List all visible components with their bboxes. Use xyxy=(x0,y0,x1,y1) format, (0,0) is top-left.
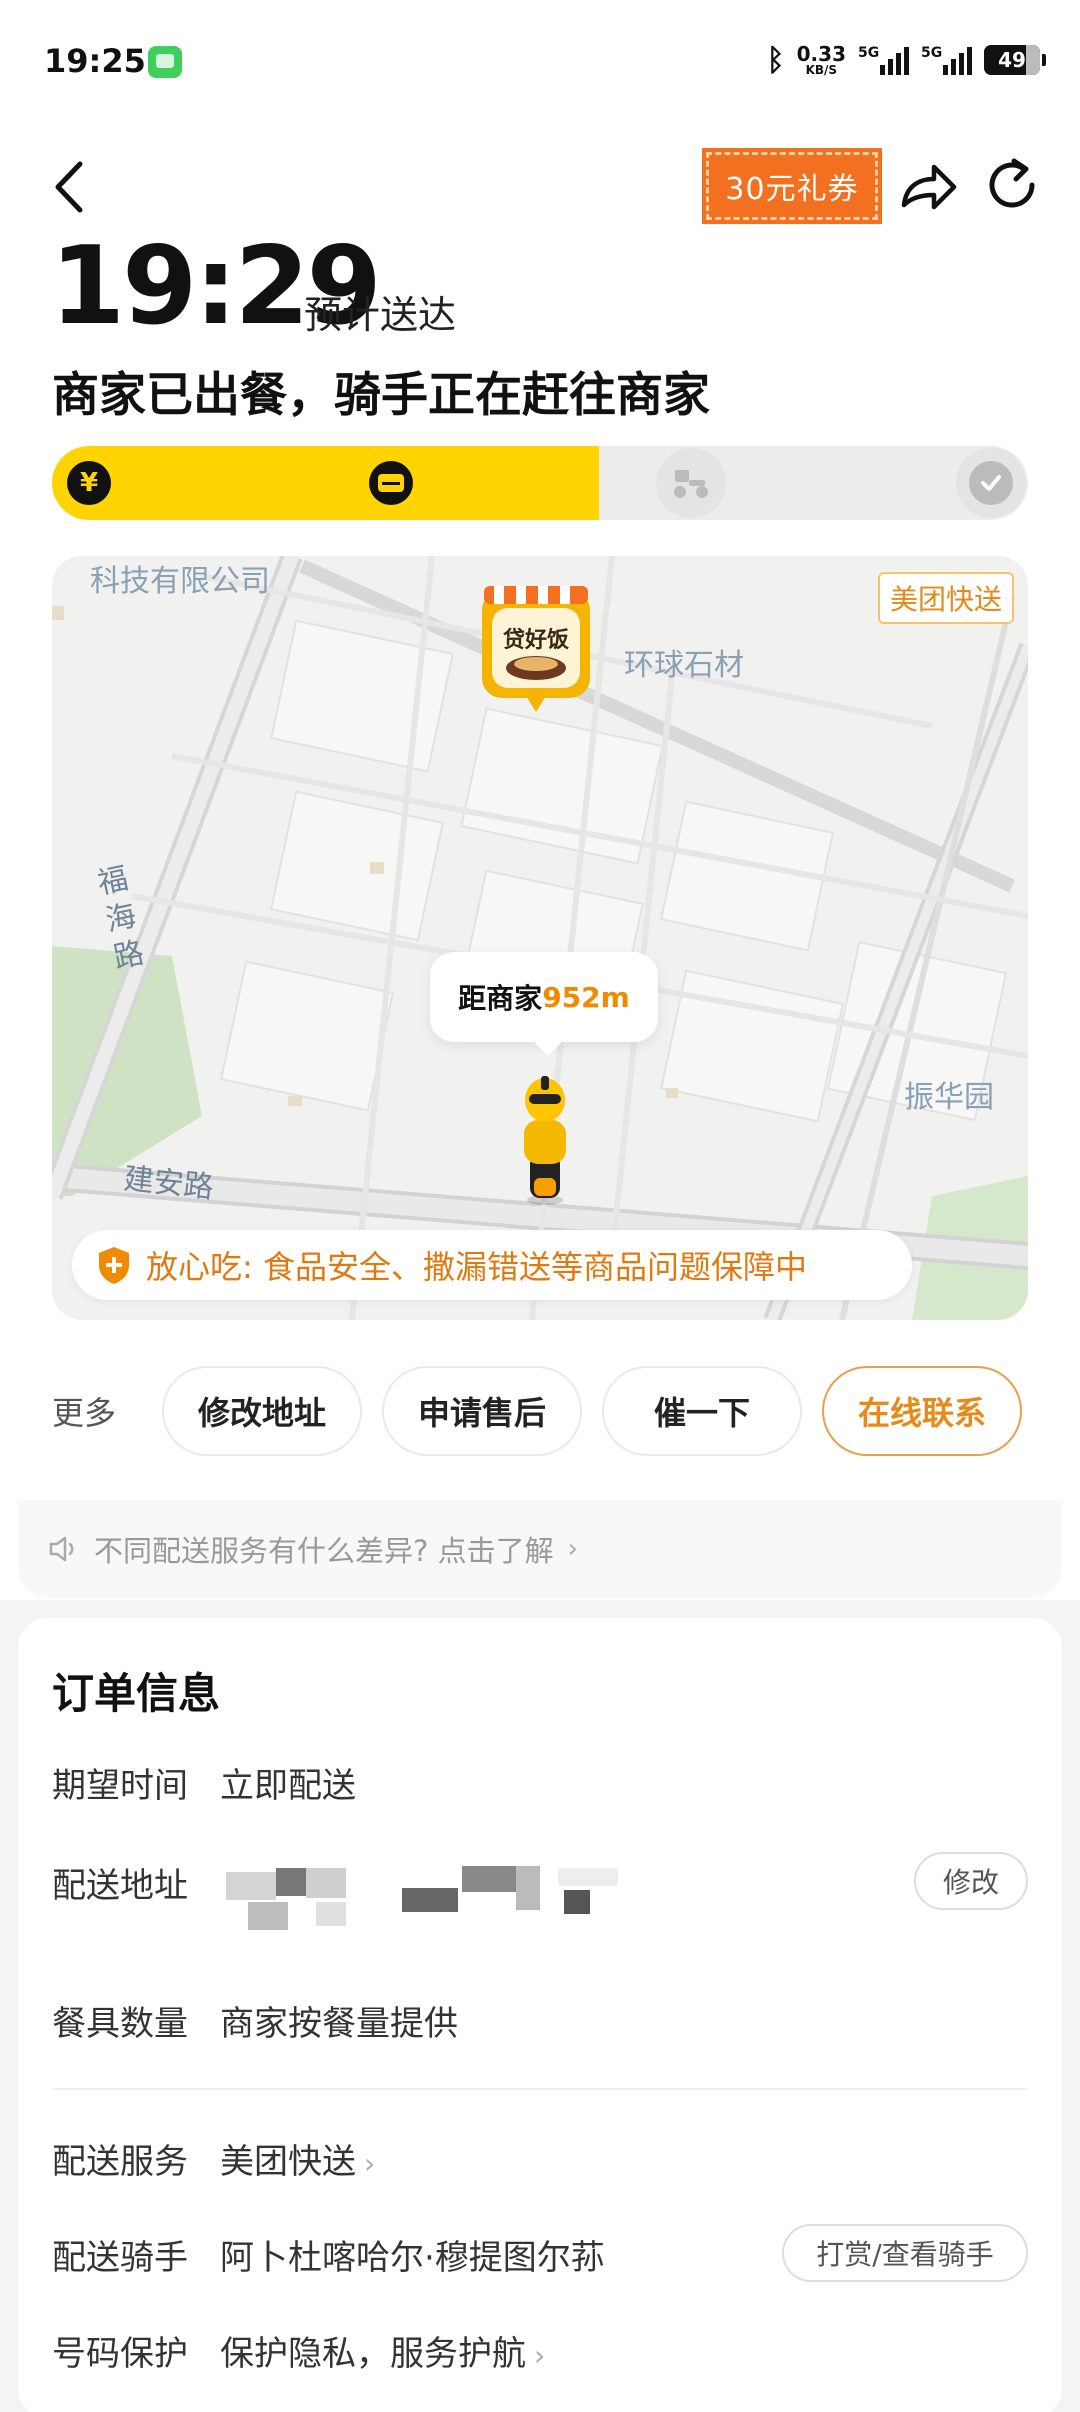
number-protection-label: 号码保护 xyxy=(52,2334,188,2374)
signal-label-2: 5G xyxy=(921,45,943,61)
delivery-progress-bar: ¥ xyxy=(52,446,1028,520)
chevron-right-icon: › xyxy=(364,2147,376,2180)
distance-value: 952m xyxy=(542,980,630,1014)
expected-time-value: 立即配送 xyxy=(220,1766,356,1806)
delivery-map[interactable]: 科技有限公司 环球石材 振华园 福海路 建安路 美团快送 贷好饭 距商家 952m xyxy=(52,556,1028,1320)
status-headline: 商家已出餐，骑手正在赶往商家 xyxy=(52,368,710,423)
message-app-icon xyxy=(148,46,182,78)
tip-rider-button[interactable]: 打赏/查看骑手 xyxy=(782,2224,1028,2282)
signal-label: 5G xyxy=(858,45,880,61)
online-contact-button[interactable]: 在线联系 xyxy=(822,1366,1022,1456)
shop-map-pin[interactable]: 贷好饭 xyxy=(480,584,592,714)
action-bar: 更多 修改地址 申请售后 催一下 在线联系 xyxy=(52,1366,1028,1456)
rider-map-marker[interactable] xyxy=(510,1074,580,1206)
eta-label: 预计送达 xyxy=(304,293,457,337)
network-speed: 0.33 KB/S xyxy=(797,44,846,76)
delivery-service-label: 配送服务 xyxy=(52,2142,188,2182)
check-shield-icon xyxy=(969,461,1013,505)
delivery-service-value[interactable]: 美团快送 › xyxy=(220,2134,375,2183)
status-time: 19:25 xyxy=(44,42,146,80)
modify-address-button[interactable]: 修改地址 xyxy=(162,1366,362,1456)
refresh-button[interactable] xyxy=(986,155,1042,215)
network-speed-unit: KB/S xyxy=(805,63,838,77)
status-bar: 19:25 ᛒ 0.33 KB/S 5G 5G 49 xyxy=(0,0,1080,120)
chevron-right-icon: › xyxy=(534,2339,546,2372)
refresh-icon xyxy=(989,158,1035,208)
rider-name: 阿卜杜喀哈尔·穆提图尔荪 xyxy=(220,2238,605,2278)
back-button[interactable] xyxy=(46,152,96,222)
status-icons: ᛒ 0.33 KB/S 5G 5G 49 xyxy=(766,40,1046,80)
signal-icon-2: 5G xyxy=(921,45,972,75)
tableware-label: 餐具数量 xyxy=(52,2004,188,2044)
shield-plus-icon xyxy=(99,1247,129,1284)
rider-scooter-icon xyxy=(524,1076,566,1205)
after-sale-button[interactable]: 申请售后 xyxy=(382,1366,582,1456)
guarantee-text: 放心吃: 食品安全、撒漏错送等商品问题保障中 xyxy=(146,1248,807,1286)
order-info-card: 订单信息 期望时间 立即配送 配送地址 修改 餐具数量 商家按餐量提供 配送服务… xyxy=(18,1618,1062,2412)
urge-button[interactable]: 催一下 xyxy=(602,1366,802,1456)
address-value-redacted xyxy=(218,1856,638,1948)
network-speed-value: 0.33 xyxy=(796,42,846,66)
map-road-jianan: 建安路 xyxy=(122,1161,216,1206)
share-icon xyxy=(901,164,957,210)
distance-prefix: 距商家 xyxy=(458,982,543,1015)
step-paid: ¥ xyxy=(54,448,124,518)
delivery-service-notice[interactable]: 不同配送服务有什么差异? 点击了解 › xyxy=(18,1500,1062,1598)
divider xyxy=(52,2088,1028,2090)
scooter-icon xyxy=(669,461,713,505)
step-store xyxy=(356,448,426,518)
battery-icon: 49 xyxy=(984,45,1046,75)
share-button[interactable] xyxy=(896,155,960,219)
map-label-company: 科技有限公司 xyxy=(90,564,270,599)
delivery-service-text: 美团快送 xyxy=(220,2142,356,2182)
chevron-right-icon: › xyxy=(567,1534,579,1564)
order-info-title: 订单信息 xyxy=(52,1669,221,1718)
distance-bubble: 距商家 952m xyxy=(430,952,658,1056)
map-label-stone: 环球石材 xyxy=(624,648,744,683)
store-icon xyxy=(369,461,413,505)
number-protection-text: 保护隐私，服务护航 xyxy=(220,2334,526,2374)
rider-label: 配送骑手 xyxy=(52,2238,188,2278)
battery-level: 49 xyxy=(998,48,1026,72)
coupon-button[interactable]: 30元礼券 xyxy=(702,148,882,224)
safety-guarantee-banner[interactable]: 放心吃: 食品安全、撒漏错送等商品问题保障中 xyxy=(72,1230,912,1300)
map-label-garden: 振华园 xyxy=(904,1080,994,1115)
shop-logo-text: 贷好饭 xyxy=(502,628,569,653)
progress-fill xyxy=(52,446,599,520)
notice-text: 不同配送服务有什么差异? 点击了解 xyxy=(94,1534,554,1568)
step-delivering xyxy=(656,448,726,518)
chevron-left-icon xyxy=(55,161,83,213)
speaker-icon xyxy=(49,1536,74,1562)
bluetooth-icon: ᛒ xyxy=(766,42,785,78)
address-edit-button[interactable]: 修改 xyxy=(914,1852,1028,1910)
expected-time-label: 期望时间 xyxy=(52,1766,188,1806)
tableware-value: 商家按餐量提供 xyxy=(220,2004,458,2044)
step-delivered xyxy=(956,448,1026,518)
address-label: 配送地址 xyxy=(52,1866,188,1906)
number-protection-value[interactable]: 保护隐私，服务护航 › xyxy=(220,2326,545,2375)
yen-icon: ¥ xyxy=(67,461,111,505)
signal-icon: 5G xyxy=(858,45,909,75)
express-service-tag: 美团快送 xyxy=(877,572,1014,624)
more-label[interactable]: 更多 xyxy=(52,1388,162,1434)
